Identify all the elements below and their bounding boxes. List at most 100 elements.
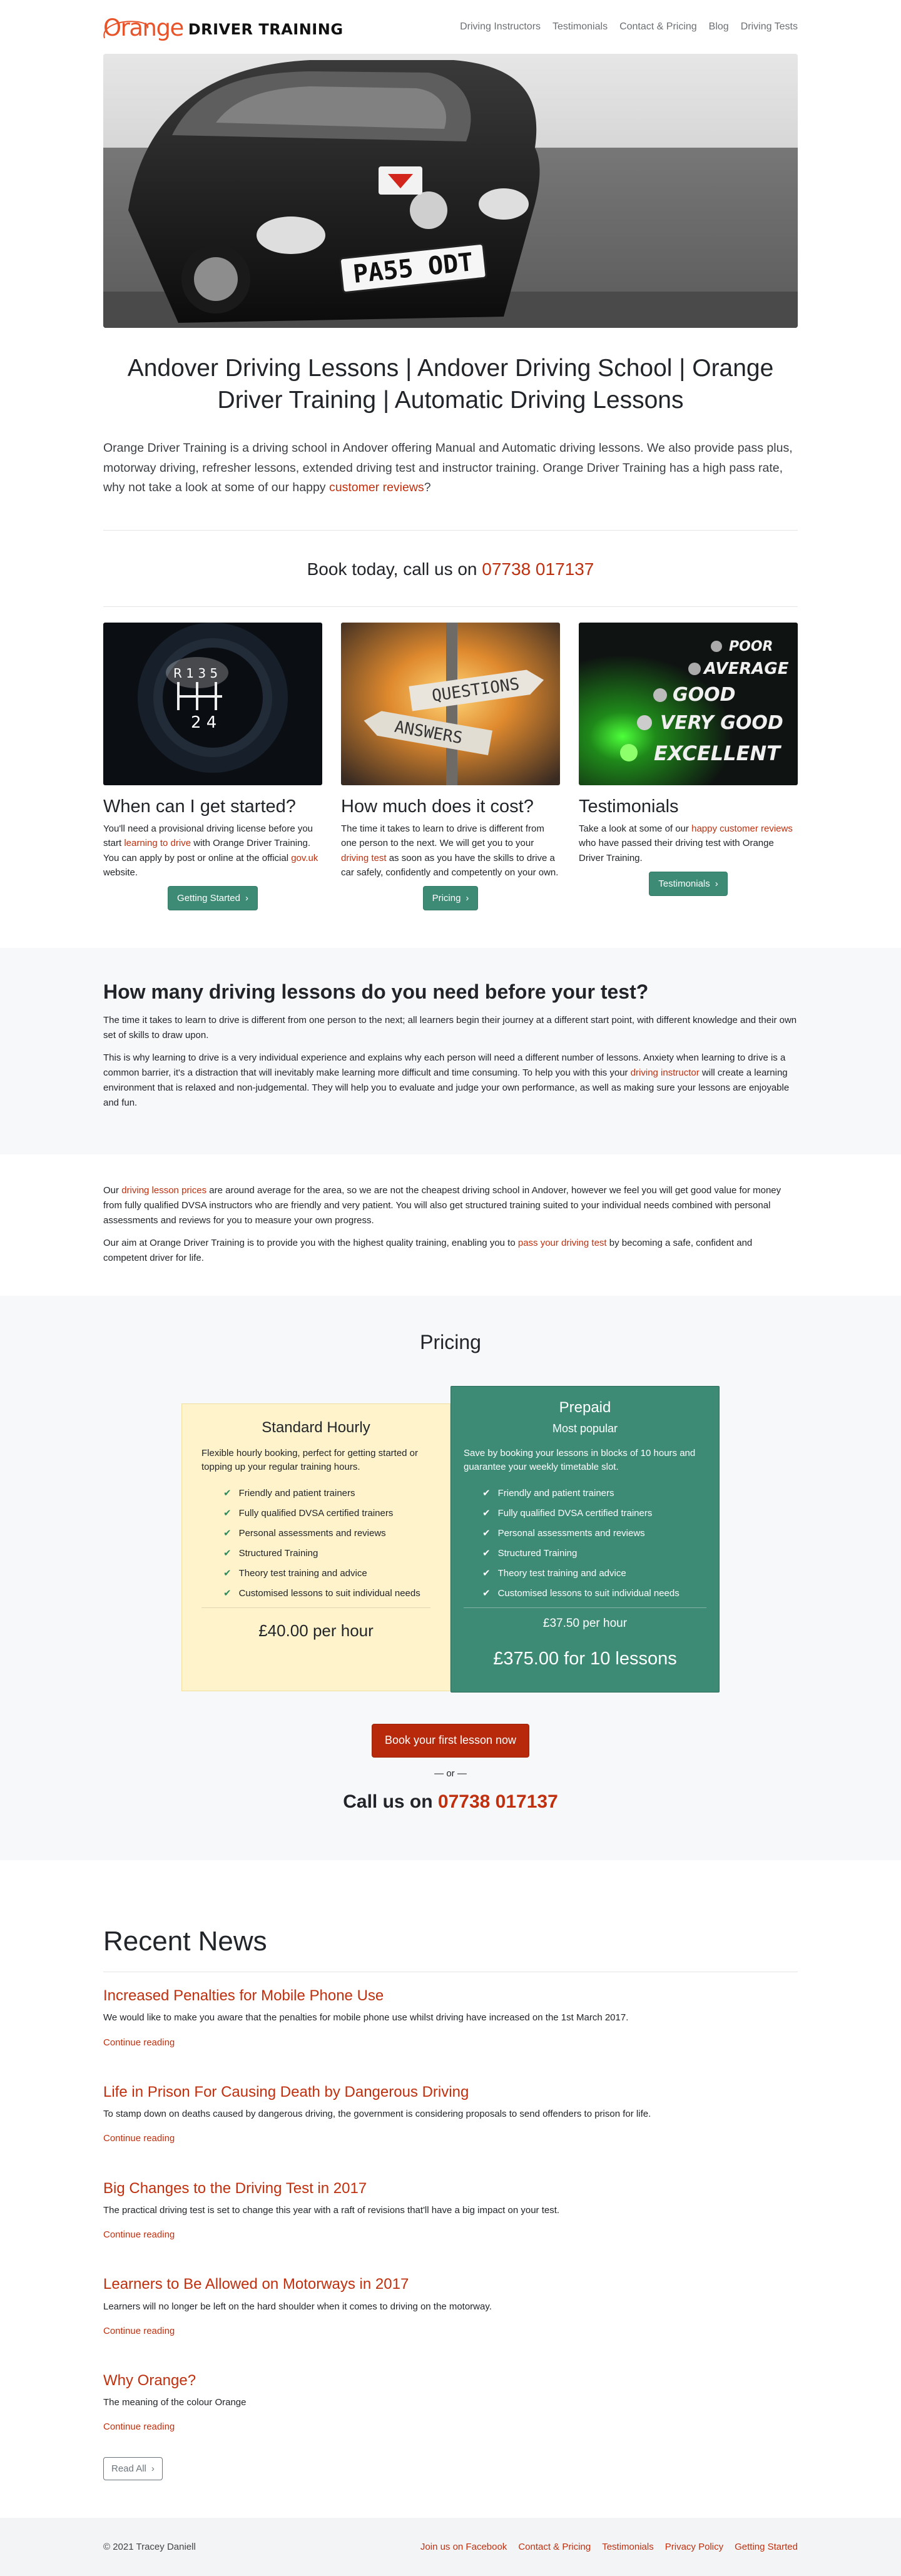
phone-link[interactable]: 07738 017137 [438, 1791, 558, 1812]
chevron-right-icon: › [151, 2463, 155, 2474]
card-title: Standard Hourly [262, 1419, 370, 1437]
book-first-lesson-button[interactable]: Book your first lesson now [371, 1724, 530, 1758]
hourly-price: £40.00 per hour [258, 1621, 374, 1640]
divider [464, 1607, 706, 1608]
pass-your-driving-test-link[interactable]: pass your driving test [518, 1238, 607, 1248]
rating-label: EXCELLENT [654, 741, 781, 765]
list-item: ✔ Fully qualified DVSA certified trainers [223, 1504, 430, 1524]
svg-text:R 1 3 5: R 1 3 5 [173, 666, 218, 681]
post-excerpt: We would like to make you aware that the… [103, 2012, 629, 2024]
rating-label: VERY GOOD [660, 712, 783, 734]
continue-reading-link[interactable]: Continue reading [103, 2420, 175, 2434]
feature-testimonials: POOR AVERAGE GOOD VERY GOOD EXCELLENT Te… [579, 623, 798, 910]
customer-reviews-link[interactable]: customer reviews [329, 481, 424, 494]
list-item: ✔ Structured Training [223, 1544, 430, 1564]
footer-link-testimonials[interactable]: Testimonials [602, 2540, 654, 2554]
read-all-button[interactable]: Read All › [103, 2456, 163, 2480]
list-item: ✔ Fully qualified DVSA certified trainers [482, 1504, 706, 1524]
continue-reading-link[interactable]: Continue reading [103, 2035, 175, 2050]
nav-testimonials[interactable]: Testimonials [552, 19, 608, 35]
feature-title: How much does it cost? [341, 797, 534, 817]
most-popular-label: Most popular [552, 1422, 618, 1435]
prepaid-block-price: £375.00 for 10 lessons [493, 1648, 677, 1669]
check-icon: ✔ [482, 1587, 491, 1599]
check-icon: ✔ [223, 1487, 232, 1499]
news-post: Increased Penalties for Mobile Phone Use… [103, 1986, 798, 2069]
card-description: Flexible hourly booking, perfect for get… [201, 1447, 419, 1473]
brand-orange-wordmark: Orange [103, 16, 184, 39]
prices-info-section: Our driving lesson prices are around ave… [0, 1154, 901, 1296]
info-paragraph: The time it takes to learn to drive is d… [103, 1014, 797, 1041]
feature-cost: QUESTIONS ANSWERS How much does it cost?… [341, 623, 560, 911]
chevron-right-icon: › [715, 878, 718, 889]
feature-list: ✔ Friendly and patient trainers ✔ Fully qu… [201, 1484, 430, 1604]
list-item: ✔ Theory test training and advice [223, 1564, 430, 1584]
call-us-line: Call us on 07738 017137 [343, 1791, 558, 1812]
footer-link-privacy-policy[interactable]: Privacy Policy [665, 2540, 723, 2554]
pricing-cards: Standard Hourly Flexible hourly booking,… [103, 1386, 798, 1693]
continue-reading-link[interactable]: Continue reading [103, 2131, 175, 2146]
rating-label: POOR [729, 639, 773, 654]
footer-links: Join us on Facebook Contact & Pricing Te… [420, 2540, 798, 2554]
news-post: Life in Prison For Causing Death by Dang… [103, 2082, 798, 2165]
post-title-link[interactable]: Why Orange? [103, 2372, 196, 2389]
prepaid-card: Prepaid Most popular Save by booking you… [450, 1386, 720, 1693]
continue-reading-link[interactable]: Continue reading [103, 2227, 175, 2242]
gear-stick-image: R 1 3 5 2 4 [103, 623, 322, 786]
news-post: Learners to Be Allowed on Motorways in 2… [103, 2274, 798, 2357]
footer: © 2021 Tracey Daniell Join us on Faceboo… [0, 2517, 901, 2576]
orange-swoosh-icon [103, 21, 149, 39]
hero-car-image: PA55 ODT [103, 54, 798, 328]
features-row: R 1 3 5 2 4 When can I get started? You'… [103, 607, 798, 948]
navbar: Orange DRIVER TRAINING Driving Instructo… [103, 0, 798, 54]
feature-title: When can I get started? [103, 797, 296, 817]
recent-news-section: Recent News Increased Penalties for Mobi… [103, 1860, 798, 2518]
main-content: PA55 ODT Andover Driving Lessons | Andov… [103, 54, 798, 948]
driving-test-link[interactable]: driving test [341, 853, 387, 863]
news-post: Big Changes to the Driving Test in 2017 … [103, 2179, 798, 2261]
pricing-button[interactable]: Pricing › [422, 886, 479, 911]
feature-title: Testimonials [579, 797, 679, 817]
gov-uk-link[interactable]: gov.uk [291, 853, 318, 863]
footer-link-getting-started[interactable]: Getting Started [735, 2540, 798, 2554]
post-title-link[interactable]: Life in Prison For Causing Death by Dang… [103, 2084, 469, 2100]
lessons-needed-section: How many driving lessons do you need bef… [0, 948, 901, 1154]
post-excerpt: The meaning of the colour Orange [103, 2397, 247, 2408]
nav-contact-pricing[interactable]: Contact & Pricing [619, 19, 697, 35]
driving-lesson-prices-link[interactable]: driving lesson prices [121, 1185, 206, 1196]
list-item: ✔ Friendly and patient trainers [482, 1484, 706, 1504]
rating-label: GOOD [673, 684, 736, 706]
check-icon: ✔ [482, 1567, 491, 1579]
feature-getting-started: R 1 3 5 2 4 When can I get started? You'… [103, 623, 322, 911]
post-title-link[interactable]: Big Changes to the Driving Test in 2017 [103, 2180, 367, 2197]
check-icon: ✔ [223, 1587, 232, 1599]
testimonials-button[interactable]: Testimonials › [649, 871, 728, 897]
nav-blog[interactable]: Blog [709, 19, 729, 35]
footer-link-contact-pricing[interactable]: Contact & Pricing [518, 2540, 591, 2554]
post-title-link[interactable]: Increased Penalties for Mobile Phone Use [103, 1987, 384, 2004]
list-item: ✔ Personal assessments and reviews [223, 1524, 430, 1544]
standard-hourly-card: Standard Hourly Flexible hourly booking,… [181, 1403, 450, 1692]
check-icon: ✔ [482, 1487, 491, 1499]
feature-list: ✔ Friendly and patient trainers ✔ Fully qu… [464, 1484, 706, 1604]
page-title: Andover Driving Lessons | Andover Drivin… [127, 355, 774, 414]
learning-to-drive-link[interactable]: learning to drive [124, 838, 191, 848]
post-excerpt: The practical driving test is set to cha… [103, 2204, 560, 2216]
check-icon: ✔ [223, 1547, 232, 1559]
main-nav: Driving Instructors Testimonials Contact… [460, 19, 798, 35]
continue-reading-link[interactable]: Continue reading [103, 2324, 175, 2338]
post-title-link[interactable]: Learners to Be Allowed on Motorways in 2… [103, 2276, 409, 2293]
post-excerpt: To stamp down on deaths caused by danger… [103, 2109, 651, 2120]
feature-text: You'll need a provisional driving licens… [103, 823, 318, 878]
happy-customer-reviews-link[interactable]: happy customer reviews [691, 823, 793, 834]
phone-link[interactable]: 07738 017137 [482, 559, 594, 579]
footer-link-facebook[interactable]: Join us on Facebook [420, 2540, 507, 2554]
feature-text: The time it takes to learn to drive is d… [341, 823, 559, 878]
section-heading: How many driving lessons do you need bef… [103, 980, 649, 1004]
brand-logo[interactable]: Orange DRIVER TRAINING [103, 14, 344, 39]
nav-driving-instructors[interactable]: Driving Instructors [460, 19, 541, 35]
list-item: ✔ Customised lessons to suit individual n… [223, 1584, 430, 1604]
driving-instructor-link[interactable]: driving instructor [631, 1067, 700, 1078]
getting-started-button[interactable]: Getting Started › [168, 886, 258, 911]
nav-driving-tests[interactable]: Driving Tests [741, 19, 798, 35]
